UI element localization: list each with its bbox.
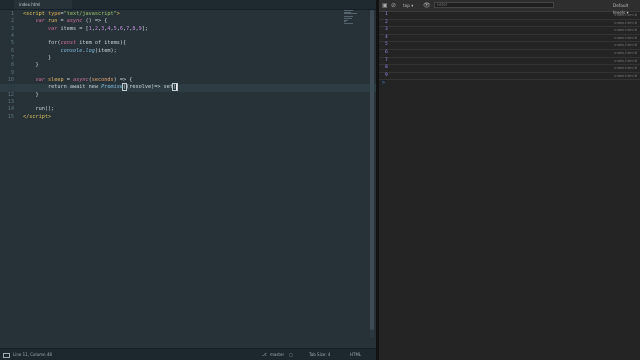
log-value: 9 bbox=[385, 72, 388, 78]
code-line: } bbox=[48, 55, 52, 62]
line-number: 12 bbox=[7, 91, 14, 98]
log-source-link[interactable]: index.html:6 bbox=[614, 65, 637, 72]
log-source-link[interactable]: index.html:6 bbox=[614, 50, 637, 57]
minimap[interactable] bbox=[344, 10, 358, 26]
log-source-link[interactable]: index.html:6 bbox=[614, 73, 637, 80]
console-log-row: 5 index.html:6 bbox=[379, 42, 640, 50]
code-line: console.log(item); bbox=[60, 47, 117, 54]
console-log-row: 7 index.html:6 bbox=[379, 58, 640, 66]
git-branch[interactable]: master bbox=[270, 349, 284, 360]
log-source-link[interactable]: index.html:6 bbox=[614, 42, 637, 49]
log-source-link[interactable]: index.html:6 bbox=[614, 35, 637, 42]
log-value: 6 bbox=[385, 49, 388, 55]
log-value: 8 bbox=[385, 65, 388, 71]
branch-icon: ⎇ bbox=[262, 352, 267, 357]
log-value: 4 bbox=[385, 34, 388, 40]
syntax-mode[interactable]: HTML bbox=[350, 349, 361, 360]
console-log-row: 3 index.html:6 bbox=[379, 27, 640, 35]
log-source-link[interactable]: index.html:6 bbox=[614, 27, 637, 34]
code-line: } bbox=[35, 91, 39, 98]
tab-size[interactable]: Tab Size: 4 bbox=[309, 349, 330, 360]
monitor-icon[interactable] bbox=[3, 353, 10, 358]
console-log-row: 4 index.html:6 bbox=[379, 35, 640, 43]
log-levels-select[interactable]: Default levels ▾ bbox=[613, 2, 640, 15]
context-select[interactable]: top ▾ bbox=[403, 2, 423, 9]
line-number: 7 bbox=[10, 55, 14, 62]
tab-index-html[interactable]: index.html bbox=[14, 0, 72, 9]
line-number: 6 bbox=[10, 47, 14, 54]
console-log-row: 2 index.html:6 bbox=[379, 20, 640, 28]
log-source-link[interactable]: index.html:6 bbox=[614, 20, 637, 27]
code-line: </script> bbox=[23, 113, 52, 120]
log-value: 5 bbox=[385, 42, 388, 48]
console-log-row: 9 index.html:6 bbox=[379, 73, 640, 81]
console-output: 1 index.html:6 2 index.html:6 3 index.html:6 4… bbox=[379, 12, 640, 87]
code-line: for(const item of items){ bbox=[48, 40, 127, 47]
log-value: 1 bbox=[385, 12, 388, 17]
code-line: <script type="text/javascript"> bbox=[23, 11, 120, 17]
devtools-console: ▣ ⊘ top ▾ 👁 Default levels ▾ 1 index.html… bbox=[379, 0, 640, 360]
code-area[interactable]: <script type="text/javascript"> var run … bbox=[0, 11, 376, 121]
console-log-row: 6 index.html:6 bbox=[379, 50, 640, 58]
log-value: 7 bbox=[385, 57, 388, 63]
editor-tab-bar: index.html bbox=[0, 0, 376, 10]
code-line: var items = [1,2,3,4,5,6,7,8,9]; bbox=[48, 25, 148, 32]
console-toolbar: ▣ ⊘ top ▾ 👁 Default levels ▾ bbox=[379, 0, 640, 15]
line-number: 15 bbox=[7, 113, 14, 120]
console-filter-input[interactable] bbox=[434, 2, 554, 8]
file-icon: ▢ bbox=[289, 352, 293, 357]
line-number: 10 bbox=[7, 77, 14, 84]
log-value: 3 bbox=[385, 27, 388, 33]
code-line: run(); bbox=[35, 106, 55, 113]
code-line-current: return await new Promise((resolve)=> set… bbox=[0, 83, 376, 92]
line-number: 5 bbox=[10, 40, 14, 47]
editor-scrollbar[interactable] bbox=[370, 10, 374, 338]
clear-console-icon[interactable]: ⊘ bbox=[391, 2, 396, 9]
line-number: 4 bbox=[10, 33, 14, 40]
line-number: 3 bbox=[10, 25, 14, 32]
line-number: 8 bbox=[10, 62, 14, 69]
sidebar-toggle-icon[interactable]: ▣ bbox=[382, 2, 388, 9]
eye-icon[interactable]: 👁 bbox=[423, 2, 431, 9]
console-prompt[interactable]: > bbox=[379, 80, 640, 87]
log-source-link[interactable]: index.html:6 bbox=[614, 12, 637, 19]
code-line: } bbox=[35, 62, 39, 69]
console-log-row: 8 index.html:6 bbox=[379, 65, 640, 73]
scrollbar-thumb[interactable] bbox=[370, 10, 374, 330]
log-value: 2 bbox=[385, 19, 388, 25]
line-number: 1 bbox=[10, 11, 14, 17]
line-number-gutter: 123456789101112131415 bbox=[0, 11, 17, 121]
log-source-link[interactable]: index.html:6 bbox=[614, 58, 637, 65]
line-number: 13 bbox=[7, 99, 14, 106]
cursor-position: Line 11, Column 48 bbox=[13, 352, 52, 357]
status-bar: Line 11, Column 48 ⎇ master ▢ Tab Size: … bbox=[0, 348, 376, 360]
line-number: 2 bbox=[10, 18, 14, 25]
code-editor[interactable]: index.html 123456789101112131415 <script… bbox=[0, 0, 376, 360]
line-number: 9 bbox=[10, 69, 14, 76]
console-log-row: 1 index.html:6 bbox=[379, 12, 640, 20]
code-line: var run = async () => { bbox=[35, 18, 108, 25]
line-number: 14 bbox=[7, 106, 14, 113]
